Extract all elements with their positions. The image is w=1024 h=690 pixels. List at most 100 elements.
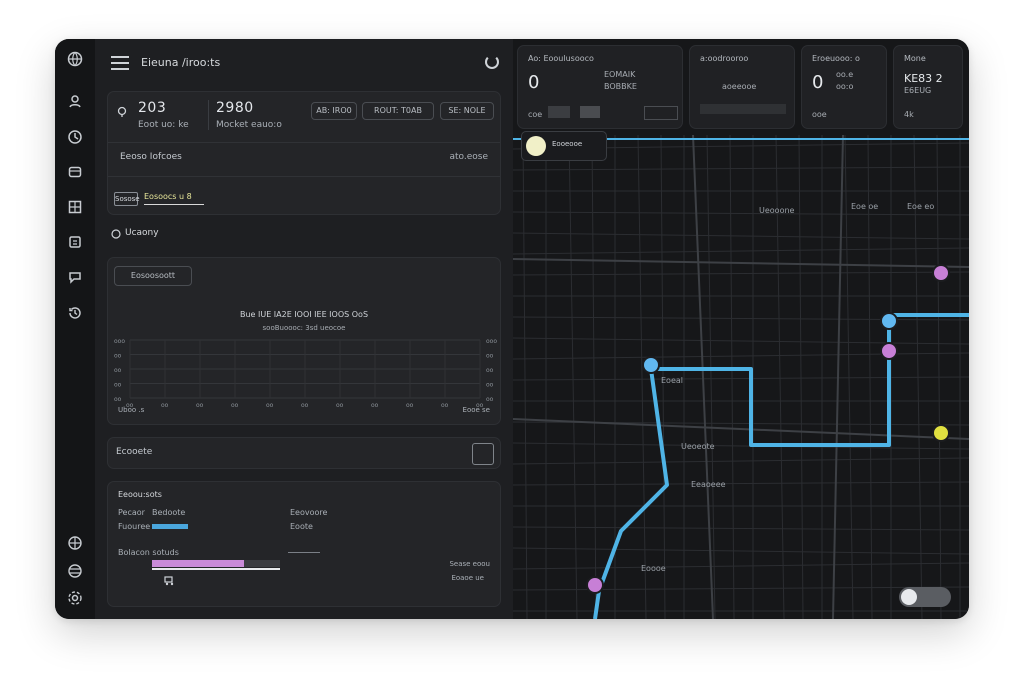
map-street (568, 134, 578, 619)
tag-value[interactable]: Eosoocs u 8 (144, 192, 204, 205)
map-pin-purple[interactable] (880, 342, 898, 360)
chart-grid: ooo ooooo oooo oooo oooo oooo oo oo oo oo oo oo oo oo… (114, 338, 497, 409)
map-label: Eoeal (661, 376, 683, 385)
map-street (513, 316, 969, 321)
map-street (513, 562, 969, 570)
app-title: Eieuna /iroo:ts (141, 56, 221, 69)
stat-card-4[interactable]: Mone KE83 2 E6EUG 4k (893, 45, 963, 129)
map-pin-purple[interactable] (586, 576, 604, 594)
metric-label-1: Eoot uo: ke (138, 120, 189, 130)
chart-x-right-label: Eooe se (462, 406, 490, 414)
chart-xtick: oo (231, 402, 239, 409)
map-label: Ueoeote (681, 442, 715, 451)
map-major-road (513, 418, 969, 440)
progress-track (152, 560, 280, 567)
chart-ytick-right: oo (486, 367, 494, 374)
details-foot-1: Sease eoou (449, 560, 490, 568)
chart-ytick-right: ooo (486, 338, 497, 345)
globe-icon[interactable] (67, 51, 83, 67)
map-street (513, 232, 969, 240)
truck-icon (164, 576, 174, 586)
status-label: Ecooete (116, 447, 153, 457)
chart-ytick-right: oo (486, 353, 494, 360)
grid-icon[interactable] (67, 199, 83, 215)
details-title: Eeoou:sots (118, 490, 162, 499)
history-icon[interactable] (67, 305, 83, 321)
legend-marker-icon (526, 136, 546, 156)
stat-card-1[interactable]: Ao: Eooulusooco 0 EOMAIK BOBBKE coe (517, 45, 683, 129)
settings-icon[interactable] (67, 590, 83, 606)
chart-xtick: oo (406, 402, 414, 409)
stat-label-4: Mone (904, 54, 926, 63)
filter-button-3[interactable]: SE: NOLE (440, 102, 494, 120)
map-street (798, 134, 804, 619)
metric-value-1: 203 (138, 100, 167, 116)
chart-card: Eosoosoott Bue IUE IA2E IOOI IEE IOOS Oo… (107, 257, 501, 425)
chat-icon[interactable] (67, 269, 83, 285)
status-action-icon[interactable] (472, 443, 494, 465)
chart-xtick: oo (266, 402, 274, 409)
map-street (591, 134, 597, 619)
status-bar: Ecooete (107, 437, 501, 469)
language-icon[interactable] (67, 535, 83, 551)
details-card: Eeoou:sots Pecaor Bedoote Fuouree Eeovoo… (107, 481, 501, 607)
details-row1-label: Pecaor (118, 508, 145, 517)
menu-icon[interactable] (111, 56, 129, 70)
chart-xtick: oo (301, 402, 309, 409)
calendar-icon[interactable] (67, 234, 83, 250)
refresh-icon[interactable] (485, 55, 499, 69)
map-street (513, 376, 969, 381)
user-icon[interactable] (67, 93, 83, 109)
metric-label-2: Mocket eauo:o (216, 120, 282, 130)
map-street (729, 134, 735, 619)
stat-sub-1c: coe (528, 110, 543, 119)
chart-xtick: oo (161, 402, 169, 409)
map-major-road (513, 258, 969, 268)
stat-value-1: 0 (528, 72, 540, 93)
map-label: Eeaoeee (691, 480, 726, 489)
map-street (513, 442, 969, 450)
stat-sub-4a: E6EUG (904, 86, 932, 95)
legend-text: Eooeooe (552, 140, 583, 148)
stat-sub-1a: EOMAIK (604, 70, 636, 79)
left-panel: Eieuna /iroo:ts 203 Eoot uo: ke 2980 Moc… (95, 39, 513, 619)
chart-xtick: oo (441, 402, 449, 409)
icon-rail (55, 39, 95, 619)
globe-small-icon[interactable] (67, 563, 83, 579)
stat-card-2[interactable]: a:oodrooroo aoeeooe (689, 45, 795, 129)
top-bar: Eieuna /iroo:ts (95, 39, 513, 87)
stat-sub-2a: aoeeooe (722, 82, 757, 91)
tag-badge: Sosose (114, 192, 140, 206)
map-street (513, 457, 969, 465)
filter-button-1[interactable]: AB: IRO0 (311, 102, 357, 120)
map-street (513, 547, 969, 555)
map-panel[interactable]: Ueooone Eoe oe Eoe eo Eoeal Ueoeote Eeaoeee Eo… (513, 39, 969, 619)
chart-xtick: oo (371, 402, 379, 409)
map-label: Eoooe (641, 564, 666, 573)
map-pin-yellow[interactable] (932, 424, 950, 442)
chart-x-left-label: Uboo .s (118, 406, 145, 414)
map-label: Eoe eo (907, 202, 934, 211)
stat-sub-4c: 4k (904, 110, 914, 119)
chart-ytick-left: oo (114, 367, 122, 374)
map-pin-blue[interactable] (642, 356, 660, 374)
chart-ytick-right: oo (486, 382, 494, 389)
chart-ytick-right: oo (486, 396, 494, 403)
map-street (513, 211, 969, 216)
map-street (513, 271, 969, 276)
details-row2-bar (152, 524, 188, 529)
stat-card-3[interactable]: Eroeuooo: o 0 oo.e oo:o ooe (801, 45, 887, 129)
section-label: Eeoso Iofcoes (120, 152, 182, 162)
map-street (522, 134, 528, 619)
map-label: Eoe oe (851, 202, 878, 211)
map-pin-purple[interactable] (932, 264, 950, 282)
filter-button-2[interactable]: ROUT: T0AB (362, 102, 434, 120)
history-label: Ucaony (125, 228, 159, 238)
map-toggle[interactable] (899, 587, 951, 607)
map-pin-blue[interactable] (880, 312, 898, 330)
box-icon[interactable] (67, 164, 83, 180)
map-legend[interactable]: Eooeooe (521, 131, 607, 161)
clock-icon[interactable] (67, 129, 83, 145)
details-row2-label: Fuouree (118, 522, 151, 531)
progress-underline (152, 568, 280, 570)
